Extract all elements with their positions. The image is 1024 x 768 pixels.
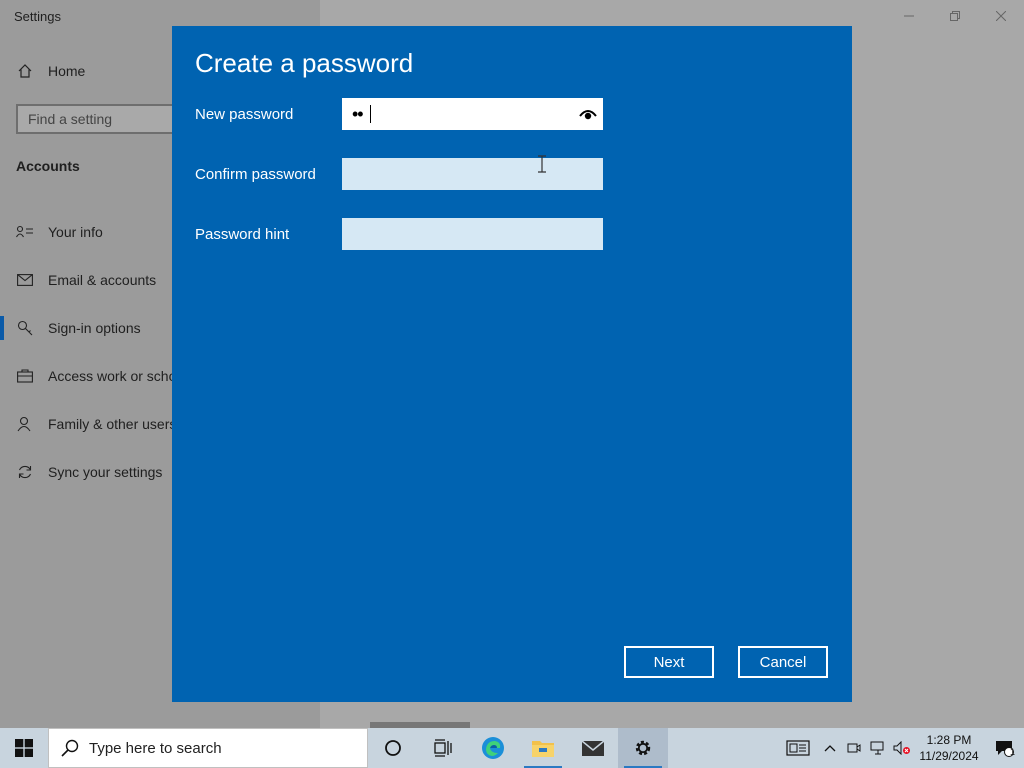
- taskbar-search-placeholder: Type here to search: [89, 739, 222, 757]
- file-explorer-button[interactable]: [518, 728, 568, 768]
- windows-logo-icon: [15, 739, 33, 757]
- person-add-icon: [16, 415, 34, 433]
- home-icon: [16, 62, 34, 80]
- cortana-button[interactable]: [368, 728, 418, 768]
- show-hidden-icons-button[interactable]: [818, 728, 842, 768]
- mail-icon: [16, 271, 34, 289]
- new-password-input[interactable]: ••: [342, 98, 603, 130]
- notification-count: 1: [1009, 747, 1015, 757]
- minimize-button[interactable]: [886, 0, 932, 32]
- sidebar-item-label: Your info: [48, 224, 103, 240]
- clock-time: 1:28 PM: [926, 733, 972, 747]
- news-icon: [786, 740, 810, 756]
- taskbar-search-input[interactable]: Type here to search: [48, 728, 368, 768]
- cortana-circle-icon: [385, 740, 401, 756]
- dialog-title: Create a password: [195, 48, 414, 78]
- sidebar-item-label: Sync your settings: [48, 464, 163, 480]
- edge-browser-icon: [482, 737, 504, 759]
- mail-app-icon: [581, 740, 605, 756]
- chevron-up-icon: [824, 745, 836, 752]
- briefcase-icon: [16, 367, 34, 385]
- cancel-button[interactable]: Cancel: [738, 646, 828, 678]
- text-caret: [370, 105, 371, 123]
- ibeam-cursor-icon: [538, 155, 546, 173]
- system-tray: 1:28 PM 11/29/2024 1: [778, 728, 1024, 768]
- sidebar-item-label: Access work or scho: [48, 368, 177, 384]
- find-setting-placeholder: Find a setting: [28, 111, 113, 127]
- volume-muted-icon: [893, 741, 910, 755]
- network-icon: [870, 741, 884, 755]
- close-icon: [996, 11, 1006, 21]
- camera-icon: [847, 743, 861, 753]
- network-button[interactable]: [866, 728, 890, 768]
- person-card-icon: [16, 223, 34, 241]
- task-view-button[interactable]: [418, 728, 468, 768]
- section-title: Accounts: [16, 158, 80, 174]
- news-widget-button[interactable]: [778, 728, 818, 768]
- window-controls: [886, 0, 1024, 32]
- minimize-icon: [904, 15, 914, 17]
- clock[interactable]: 1:28 PM 11/29/2024: [914, 732, 984, 764]
- taskbar: Type here to search 1:28 PM 11/29/2024 1: [0, 728, 1024, 768]
- create-password-dialog: Create a password New password •• Confir…: [172, 26, 852, 702]
- sidebar-item-label: Sign-in options: [48, 320, 141, 336]
- meet-now-button[interactable]: [842, 728, 866, 768]
- mail-app-button[interactable]: [568, 728, 618, 768]
- confirm-password-label: Confirm password: [195, 166, 316, 183]
- clock-date: 11/29/2024: [919, 749, 979, 763]
- new-password-label: New password: [195, 106, 294, 123]
- password-hint-input[interactable]: [342, 218, 603, 250]
- sidebar-item-label: Email & accounts: [48, 272, 157, 288]
- home-label: Home: [48, 63, 86, 79]
- next-button[interactable]: Next: [624, 646, 714, 678]
- reveal-password-icon[interactable]: [579, 106, 597, 122]
- password-hint-label: Password hint: [195, 226, 290, 243]
- volume-button[interactable]: [890, 728, 914, 768]
- settings-app-button[interactable]: [618, 728, 668, 768]
- sidebar-item-label: Family & other users: [48, 416, 177, 432]
- folder-icon: [532, 741, 554, 757]
- start-button[interactable]: [0, 728, 48, 768]
- task-view-icon: [434, 739, 452, 757]
- window-title: Settings: [14, 9, 61, 24]
- gear-icon: [635, 740, 651, 756]
- search-icon: [61, 739, 79, 757]
- sync-icon: [16, 463, 34, 481]
- key-icon: [16, 319, 34, 337]
- restore-icon: [950, 11, 960, 21]
- sidebar-item-home[interactable]: Home: [16, 62, 85, 80]
- edge-browser-button[interactable]: [468, 728, 518, 768]
- new-password-value: ••: [352, 104, 364, 124]
- close-button[interactable]: [978, 0, 1024, 32]
- action-center-button[interactable]: 1: [984, 728, 1024, 768]
- restore-button[interactable]: [932, 0, 978, 32]
- confirm-password-input[interactable]: [342, 158, 603, 190]
